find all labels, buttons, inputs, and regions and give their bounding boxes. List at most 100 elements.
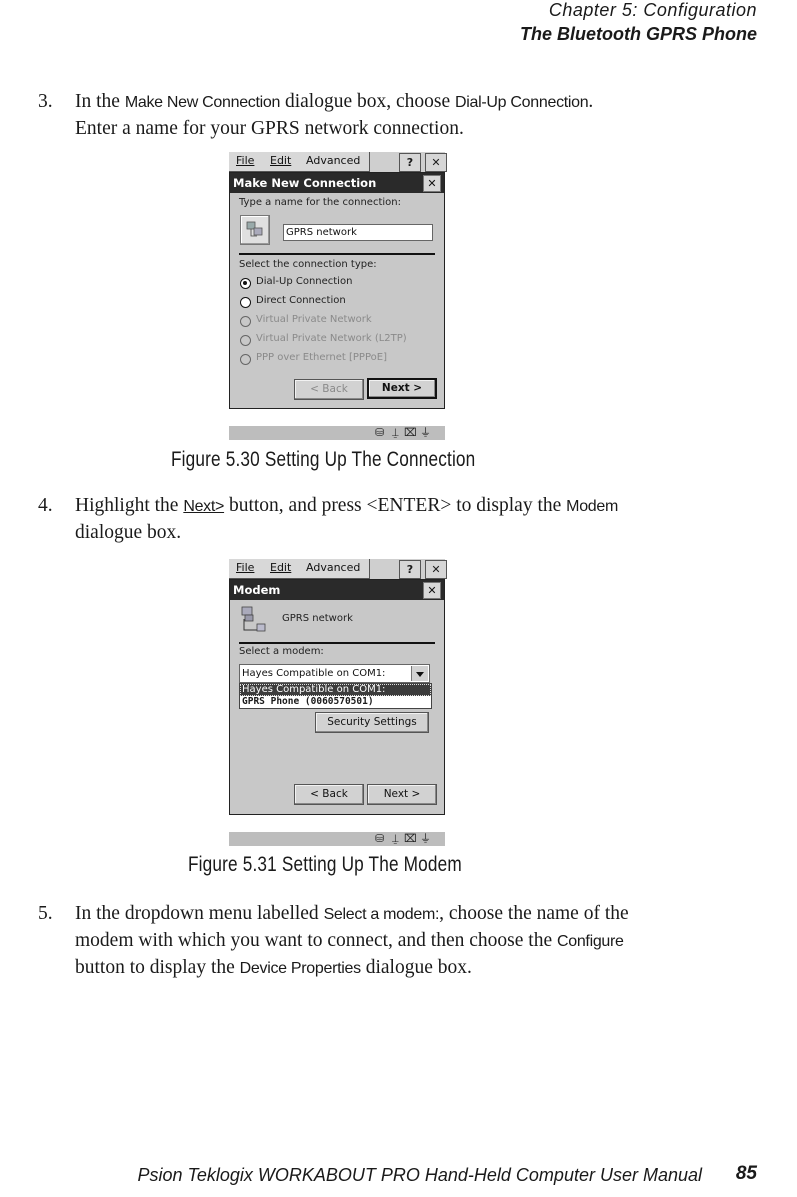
step-number: 3. [38,91,53,112]
text: modem with which you want to connect, an… [75,930,557,951]
radio-direct[interactable] [240,297,251,308]
menu-group: File Edit Advanced [229,559,370,579]
menu-edit[interactable]: Edit [270,561,291,574]
step-5-line-1: In the dropdown menu labelled Select a m… [75,900,629,928]
radio-label-vpn: Virtual Private Network [256,314,372,325]
modem-select-value: Hayes Compatible on COM1: [242,668,386,679]
step-5: 5. In the dropdown menu labelled Select … [38,900,738,985]
text: In the dropdown menu labelled [75,903,324,924]
radio-label-pppoe: PPP over Ethernet [PPPoE] [256,352,387,363]
divider [239,642,435,644]
menu-edit-label: Edit [270,154,292,167]
ui-term-select-a-modem: Select a modem: [323,906,440,923]
modem-label: Select a modem: [239,646,324,657]
signal-off-icon[interactable]: ⌧ [404,426,417,440]
ui-term-modem: Modem [566,498,619,515]
text: , choose the name of the [439,903,629,924]
step-4-line-2: dialogue box. [75,522,182,543]
text: In the [75,91,125,112]
dialog-title: Modem [233,583,281,597]
figure-5-31-screen: File Edit Advanced ? ✕ Modem ✕ GPRS netw… [229,559,447,815]
text: button, and press <ENTER> to display the [224,495,567,516]
menu-edit-label: Edit [270,561,292,574]
ui-term-configure: Configure [556,933,624,950]
modem-select[interactable]: Hayes Compatible on COM1: [239,664,430,683]
radio-vpn-l2tp[interactable] [240,335,251,346]
figure-5-30-screen: File Edit Advanced ? ✕ Make New Connecti… [229,152,447,409]
menu-advanced[interactable]: Advanced [306,154,360,167]
menu-file-label: File [236,561,255,574]
divider [239,253,435,255]
text: dialogue box, choose [280,91,456,112]
chevron-down-icon[interactable] [411,666,428,681]
help-button[interactable]: ? [399,560,421,579]
taskbar: ⛁ ⍊ ⌧ ⏚ [229,426,445,440]
next-button[interactable]: Next > [367,784,437,805]
radio-pppoe[interactable] [240,354,251,365]
connection-name-input[interactable]: GPRS network [283,224,433,241]
step-4-line-1: Highlight the Next> button, and press <E… [75,492,618,520]
step-4: 4. Highlight the Next> button, and press… [38,492,738,552]
ui-term-device-properties: Device Properties [239,960,361,977]
figure-5-31-caption: Figure 5.31 Setting Up The Modem [188,853,462,876]
next-button[interactable]: Next > [367,378,437,399]
figure-5-30-caption: Figure 5.30 Setting Up The Connection [171,448,476,471]
ui-term-make-new-connection: Make New Connection [124,94,281,111]
network-icon[interactable]: ⛁ [375,832,384,846]
menu-file[interactable]: File [236,561,254,574]
power-plug-icon[interactable]: ⏚ [420,832,431,846]
network-connection-icon [240,215,270,245]
step-3: 3. In the Make New Connection dialogue b… [38,88,738,148]
modem-option[interactable]: Hayes Compatible on COM1: [240,684,431,696]
chapter-header: Chapter 5: Configuration [548,0,757,20]
type-label: Select the connection type: [239,259,377,270]
make-new-connection-dialog: Make New Connection ✕ Type a name for th… [229,172,445,409]
back-button[interactable]: < Back [294,379,364,400]
dialog-close-icon[interactable]: ✕ [423,582,441,599]
help-button[interactable]: ? [399,153,421,172]
step-5-line-2: modem with which you want to connect, an… [75,927,624,955]
network-connection-icon [239,604,271,636]
modem-dropdown-list: Hayes Compatible on COM1: GPRS Phone (00… [239,683,432,709]
close-icon[interactable]: ✕ [425,560,447,579]
taskbar: ⛁ ⍊ ⌧ ⏚ [229,832,445,846]
close-icon[interactable]: ✕ [425,153,447,172]
menubar: File Edit Advanced ? ✕ [229,152,447,172]
page-number: 85 [735,1163,757,1184]
dialog-titlebar: Make New Connection ✕ [230,173,444,193]
menu-file[interactable]: File [236,154,254,167]
name-label: Type a name for the connection: [239,197,401,208]
signal-off-icon[interactable]: ⌧ [404,832,417,846]
dialog-title: Make New Connection [233,176,377,190]
power-plug-icon[interactable]: ⏚ [420,426,431,440]
menu-edit[interactable]: Edit [270,154,291,167]
text: . [588,91,594,112]
ui-term-next: Next> [183,498,225,515]
step-number: 5. [38,903,53,924]
section-header: The Bluetooth GPRS Phone [520,24,757,44]
ui-term-dial-up-connection: Dial-Up Connection [455,94,589,111]
dialog-close-icon[interactable]: ✕ [423,175,441,192]
network-icon[interactable]: ⛁ [375,426,384,440]
radio-dial-up[interactable] [240,278,251,289]
back-button[interactable]: < Back [294,784,364,805]
antenna-icon[interactable]: ⍊ [392,832,399,846]
menu-file-label: File [236,154,255,167]
security-settings-button[interactable]: Security Settings [315,712,429,733]
antenna-icon[interactable]: ⍊ [392,426,399,440]
modem-option[interactable]: GPRS Phone (0060570501) [240,696,431,708]
step-5-line-3: button to display the Device Properties … [75,954,472,982]
menu-advanced[interactable]: Advanced [306,561,360,574]
radio-label-dial-up: Dial-Up Connection [256,276,353,287]
step-3-line-2: Enter a name for your GPRS network conne… [75,118,464,139]
modem-dialog: Modem ✕ GPRS network Select a modem: Hay… [229,579,445,815]
radio-label-direct: Direct Connection [256,295,346,306]
radio-label-vpn-l2tp: Virtual Private Network (L2TP) [256,333,407,344]
menubar: File Edit Advanced ? ✕ [229,559,447,579]
connection-name-label: GPRS network [282,613,353,624]
radio-vpn[interactable] [240,316,251,327]
dialog-titlebar: Modem ✕ [230,580,444,600]
step-number: 4. [38,495,53,516]
text: dialogue box. [360,957,472,978]
text: Highlight the [75,495,184,516]
